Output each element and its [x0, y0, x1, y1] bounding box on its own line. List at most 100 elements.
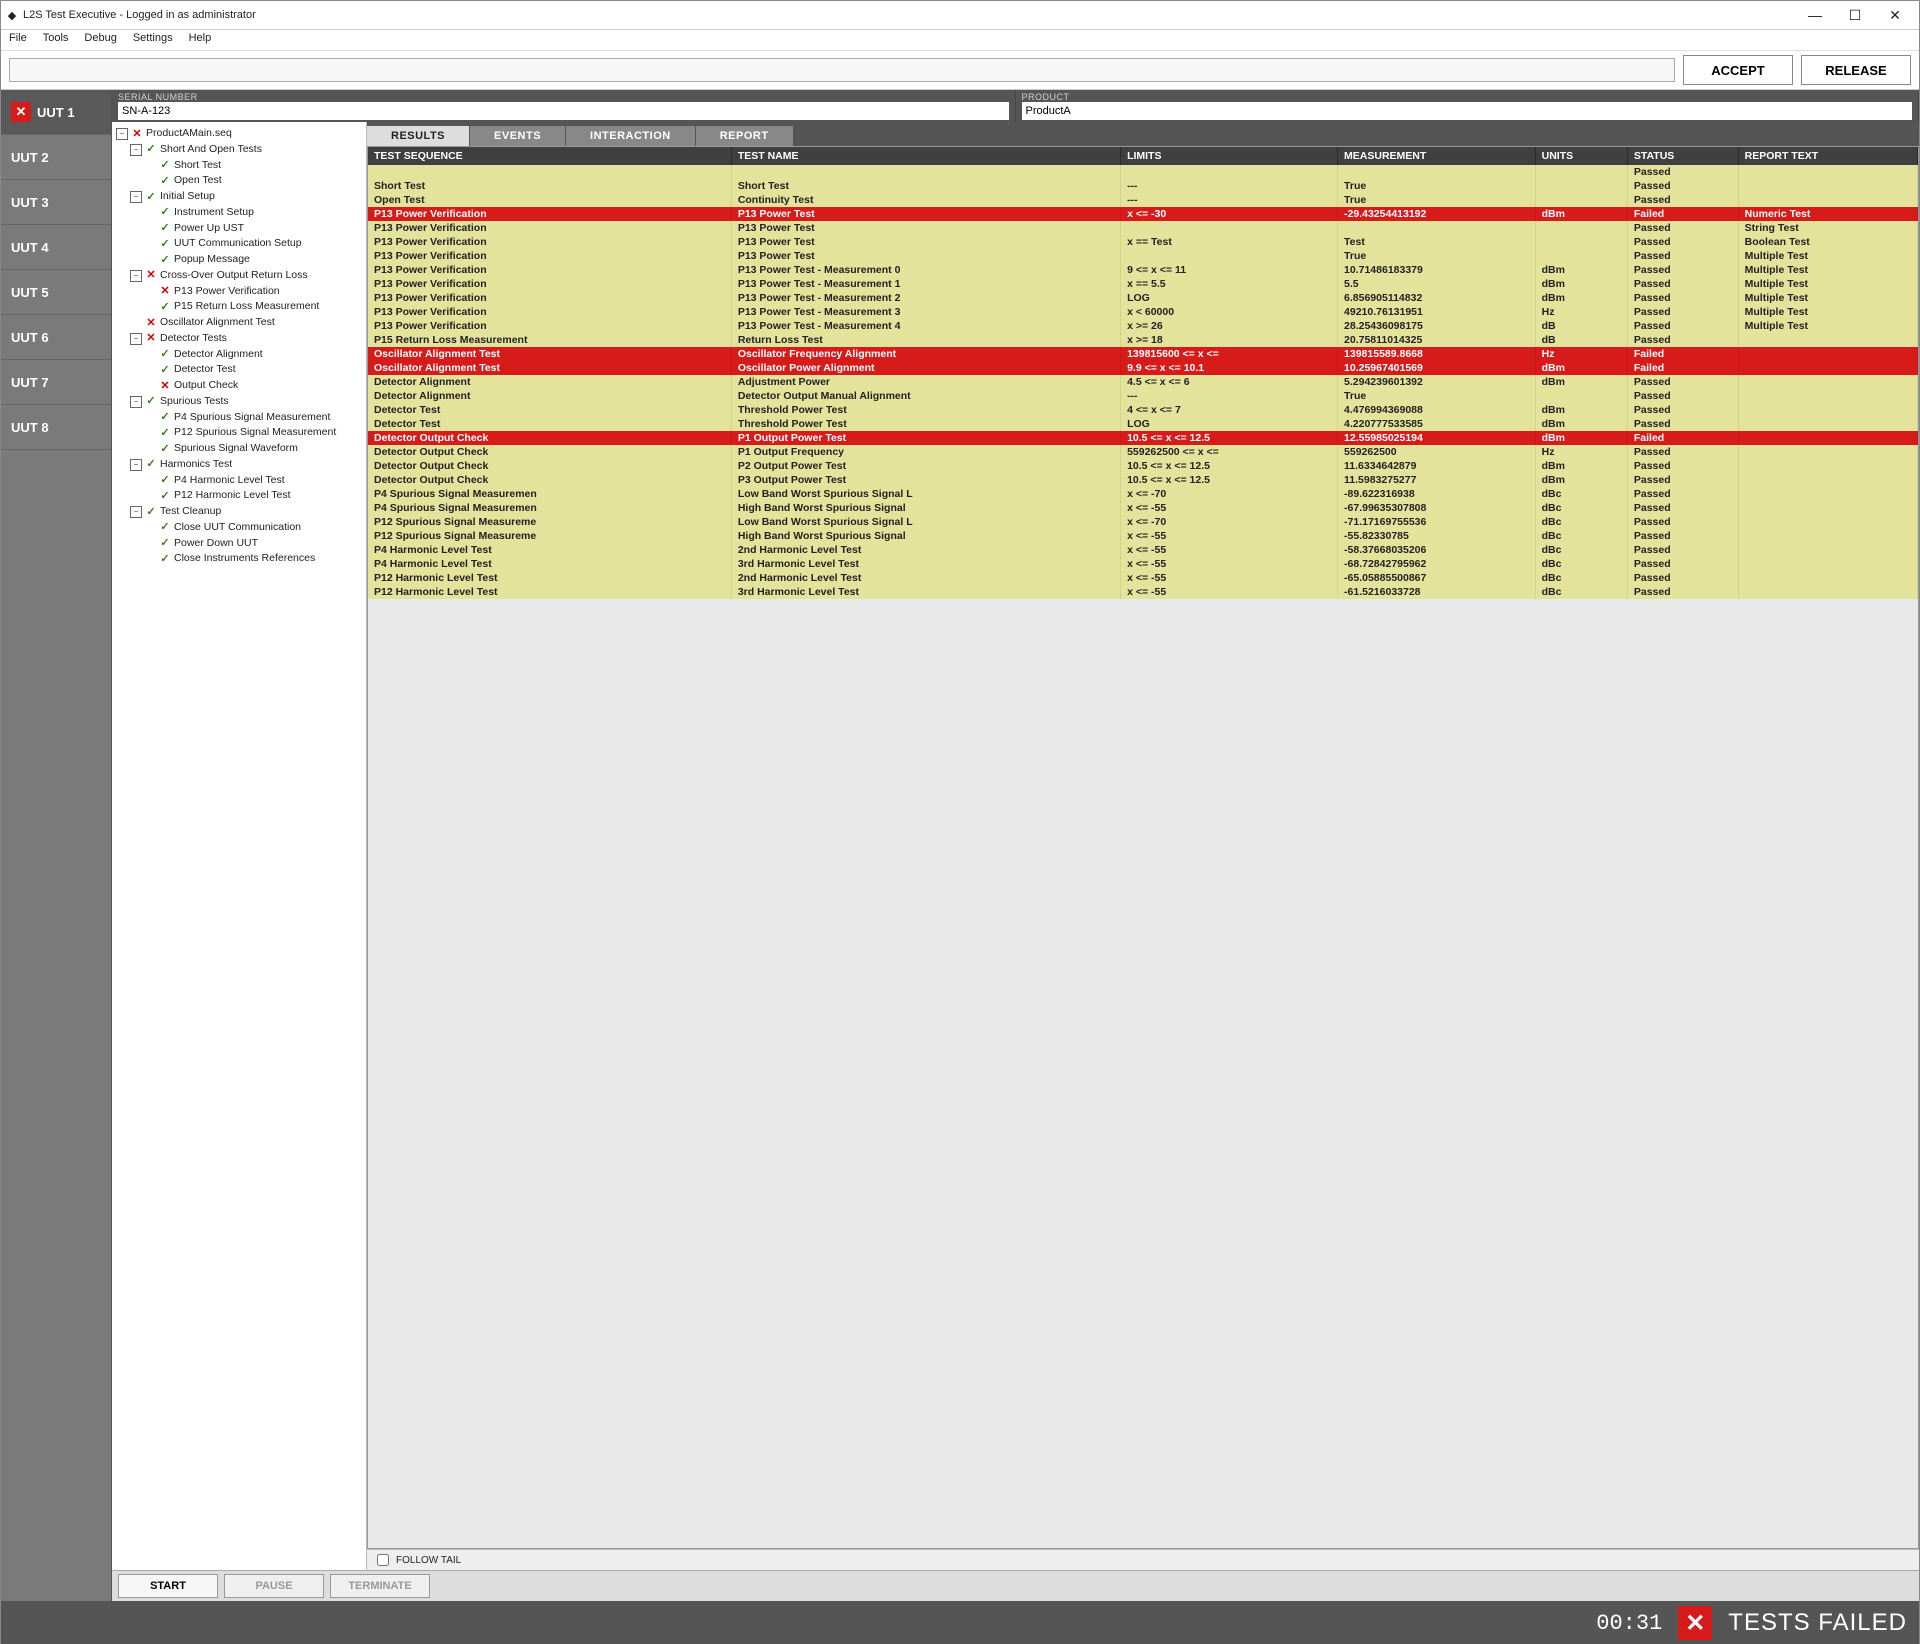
tree-toggle-icon[interactable]: −	[130, 459, 142, 471]
table-row[interactable]: Detector Output CheckP3 Output Power Tes…	[368, 473, 1918, 487]
tree-node[interactable]: ✓P12 Harmonic Level Test	[144, 488, 364, 504]
column-header[interactable]: LIMITS	[1121, 147, 1338, 165]
tab-events[interactable]: EVENTS	[470, 126, 566, 146]
tree-node[interactable]: ✓P4 Spurious Signal Measurement	[144, 410, 364, 426]
tree-node[interactable]: ✓Close Instruments References	[144, 551, 364, 567]
tree-node[interactable]: ✓Detector Alignment	[144, 347, 364, 363]
table-row[interactable]: Detector Output CheckP1 Output Power Tes…	[368, 431, 1918, 445]
table-row[interactable]: P13 Power VerificationP13 Power Testx <=…	[368, 207, 1918, 221]
sequence-tree[interactable]: −✕ProductAMain.seq−✓Short And Open Tests…	[112, 122, 367, 1570]
table-row[interactable]: Passed	[368, 165, 1918, 179]
table-row[interactable]: P12 Harmonic Level Test2nd Harmonic Leve…	[368, 571, 1918, 585]
column-header[interactable]: REPORT TEXT	[1738, 147, 1917, 165]
follow-tail-checkbox[interactable]	[377, 1554, 389, 1566]
maximize-button[interactable]: ☐	[1835, 2, 1875, 28]
table-row[interactable]: Oscillator Alignment TestOscillator Freq…	[368, 347, 1918, 361]
table-row[interactable]: Detector AlignmentAdjustment Power4.5 <=…	[368, 375, 1918, 389]
tree-node[interactable]: ✓Power Up UST	[144, 221, 364, 237]
table-row[interactable]: P13 Power VerificationP13 Power TestTrue…	[368, 249, 1918, 263]
tree-node[interactable]: ✓Open Test	[144, 173, 364, 189]
tree-node[interactable]: ✓Short Test	[144, 158, 364, 174]
tree-node[interactable]: ✓Spurious Signal Waveform	[144, 441, 364, 457]
tree-toggle-icon[interactable]: −	[130, 396, 142, 408]
menu-settings[interactable]: Settings	[125, 30, 181, 50]
tree-node[interactable]: ✓Instrument Setup	[144, 205, 364, 221]
release-button[interactable]: RELEASE	[1801, 55, 1911, 85]
tree-node[interactable]: −✓Harmonics Test	[130, 457, 364, 473]
table-row[interactable]: Detector Output CheckP1 Output Frequency…	[368, 445, 1918, 459]
table-row[interactable]: P15 Return Loss MeasurementReturn Loss T…	[368, 333, 1918, 347]
tree-toggle-icon[interactable]: −	[130, 270, 142, 282]
tree-node[interactable]: ✓Detector Test	[144, 362, 364, 378]
tree-node[interactable]: ✓P4 Harmonic Level Test	[144, 473, 364, 489]
menu-tools[interactable]: Tools	[35, 30, 77, 50]
tree-node[interactable]: −✕ProductAMain.seq	[116, 126, 364, 142]
terminate-button[interactable]: TERMINATE	[330, 1574, 430, 1598]
uut-item[interactable]: UUT 5	[1, 270, 111, 315]
uut-item[interactable]: ✕UUT 1	[1, 90, 111, 135]
tree-node[interactable]: −✕Cross-Over Output Return Loss	[130, 268, 364, 284]
tree-toggle-icon[interactable]: −	[130, 144, 142, 156]
tab-results[interactable]: RESULTS	[367, 126, 470, 146]
table-row[interactable]: P13 Power VerificationP13 Power Test - M…	[368, 277, 1918, 291]
table-row[interactable]: P12 Spurious Signal MeasuremeLow Band Wo…	[368, 515, 1918, 529]
table-row[interactable]: Open TestContinuity Test---TruePassed	[368, 193, 1918, 207]
column-header[interactable]: TEST SEQUENCE	[368, 147, 731, 165]
tree-node[interactable]: ✓P15 Return Loss Measurement	[144, 299, 364, 315]
uut-item[interactable]: UUT 8	[1, 405, 111, 450]
tree-node[interactable]: −✓Spurious Tests	[130, 394, 364, 410]
uut-item[interactable]: UUT 3	[1, 180, 111, 225]
tree-node[interactable]: −✕Detector Tests	[130, 331, 364, 347]
tree-node[interactable]: ✓P12 Spurious Signal Measurement	[144, 425, 364, 441]
table-row[interactable]: P4 Spurious Signal MeasuremenLow Band Wo…	[368, 487, 1918, 501]
serial-input[interactable]	[118, 102, 1009, 120]
uut-item[interactable]: UUT 6	[1, 315, 111, 360]
tree-node[interactable]: −✓Short And Open Tests	[130, 142, 364, 158]
minimize-button[interactable]: —	[1795, 2, 1835, 28]
table-row[interactable]: P4 Harmonic Level Test2nd Harmonic Level…	[368, 543, 1918, 557]
tree-node[interactable]: ✕Oscillator Alignment Test	[130, 315, 364, 331]
table-row[interactable]: P13 Power VerificationP13 Power TestPass…	[368, 221, 1918, 235]
table-row[interactable]: P13 Power VerificationP13 Power Test - M…	[368, 319, 1918, 333]
product-input[interactable]	[1022, 102, 1913, 120]
table-row[interactable]: P13 Power VerificationP13 Power Test - M…	[368, 305, 1918, 319]
table-row[interactable]: P13 Power VerificationP13 Power Test - M…	[368, 263, 1918, 277]
tab-report[interactable]: REPORT	[696, 126, 794, 146]
table-row[interactable]: P13 Power VerificationP13 Power Test - M…	[368, 291, 1918, 305]
table-row[interactable]: P12 Spurious Signal MeasuremeHigh Band W…	[368, 529, 1918, 543]
table-row[interactable]: Detector TestThreshold Power Test4 <= x …	[368, 403, 1918, 417]
uut-item[interactable]: UUT 7	[1, 360, 111, 405]
menu-debug[interactable]: Debug	[76, 30, 124, 50]
tree-node[interactable]: −✓Test Cleanup	[130, 504, 364, 520]
start-button[interactable]: START	[118, 1574, 218, 1598]
tree-toggle-icon[interactable]: −	[116, 128, 128, 140]
column-header[interactable]: MEASUREMENT	[1338, 147, 1536, 165]
column-header[interactable]: STATUS	[1627, 147, 1738, 165]
tree-toggle-icon[interactable]: −	[130, 333, 142, 345]
pause-button[interactable]: PAUSE	[224, 1574, 324, 1598]
close-button[interactable]: ✕	[1875, 2, 1915, 28]
menu-help[interactable]: Help	[181, 30, 220, 50]
actionbar-input[interactable]	[9, 58, 1675, 82]
table-row[interactable]: P13 Power VerificationP13 Power Testx ==…	[368, 235, 1918, 249]
tab-interaction[interactable]: INTERACTION	[566, 126, 696, 146]
table-row[interactable]: Detector TestThreshold Power TestLOG4.22…	[368, 417, 1918, 431]
menu-file[interactable]: File	[1, 30, 35, 50]
tree-node[interactable]: −✓Initial Setup	[130, 189, 364, 205]
tree-toggle-icon[interactable]: −	[130, 506, 142, 518]
tree-node[interactable]: ✓UUT Communication Setup	[144, 236, 364, 252]
tree-node[interactable]: ✕P13 Power Verification	[144, 284, 364, 300]
table-row[interactable]: Detector AlignmentDetector Output Manual…	[368, 389, 1918, 403]
table-row[interactable]: P12 Harmonic Level Test3rd Harmonic Leve…	[368, 585, 1918, 599]
table-row[interactable]: Oscillator Alignment TestOscillator Powe…	[368, 361, 1918, 375]
tree-node[interactable]: ✓Close UUT Communication	[144, 520, 364, 536]
tree-node[interactable]: ✓Popup Message	[144, 252, 364, 268]
tree-toggle-icon[interactable]: −	[130, 191, 142, 203]
table-row[interactable]: P4 Spurious Signal MeasuremenHigh Band W…	[368, 501, 1918, 515]
tree-node[interactable]: ✓Power Down UUT	[144, 536, 364, 552]
results-grid-wrap[interactable]: TEST SEQUENCETEST NAMELIMITSMEASUREMENTU…	[367, 146, 1919, 1549]
accept-button[interactable]: ACCEPT	[1683, 55, 1793, 85]
table-row[interactable]: Detector Output CheckP2 Output Power Tes…	[368, 459, 1918, 473]
column-header[interactable]: TEST NAME	[731, 147, 1120, 165]
uut-item[interactable]: UUT 2	[1, 135, 111, 180]
